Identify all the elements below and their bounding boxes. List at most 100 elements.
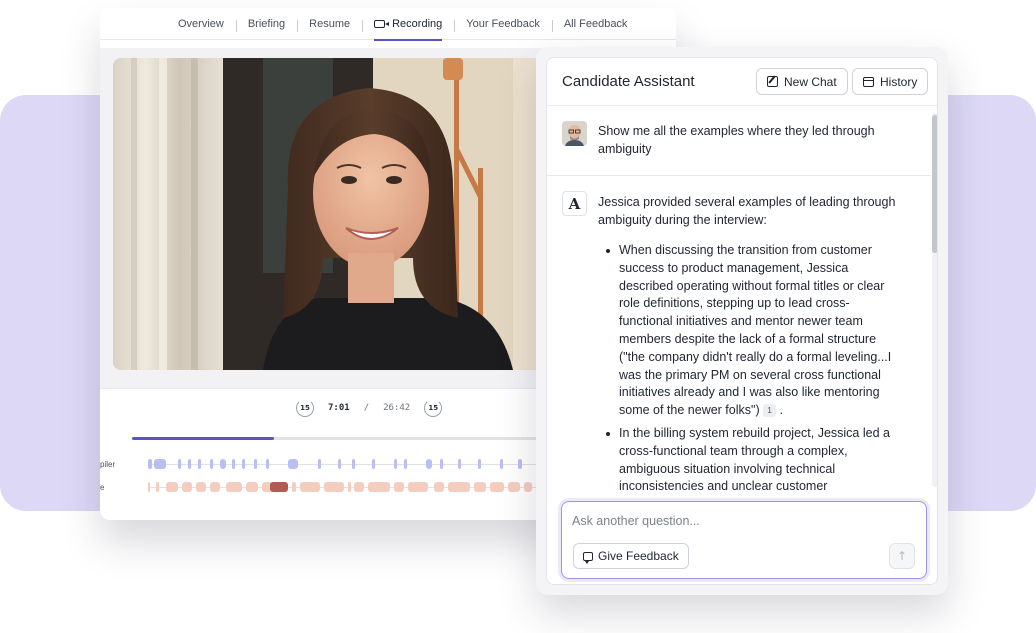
tab-label: Briefing xyxy=(247,17,286,30)
timeline-segment[interactable] xyxy=(408,482,428,492)
give-feedback-button[interactable]: Give Feedback xyxy=(573,543,689,569)
question-input[interactable] xyxy=(572,514,892,528)
archive-icon xyxy=(863,76,874,87)
timeline-segment[interactable] xyxy=(300,482,320,492)
assistant-header: Candidate Assistant New Chat History xyxy=(547,58,937,106)
timeline-segment[interactable] xyxy=(448,482,470,492)
timeline-segment[interactable] xyxy=(220,459,226,469)
nav-tabs: Overview Briefing Resume Recording Your … xyxy=(100,8,676,41)
list-item: In the billing system rebuild project, J… xyxy=(598,425,898,490)
edit-icon xyxy=(767,76,778,87)
list-item: When discussing the transition from cust… xyxy=(598,242,898,420)
timeline-segment[interactable] xyxy=(354,482,364,492)
user-message-text: Show me all the examples where they led … xyxy=(598,124,875,156)
timeline-segment[interactable] xyxy=(458,459,461,469)
timeline-segment[interactable] xyxy=(426,459,432,469)
total-time: 26:42 xyxy=(383,403,411,413)
timeline-segment[interactable] xyxy=(198,459,201,469)
candidate-timeline-track[interactable] xyxy=(148,481,568,493)
timeline-segment[interactable] xyxy=(210,482,220,492)
new-chat-button[interactable]: New Chat xyxy=(756,68,848,95)
timeline-segment[interactable] xyxy=(266,459,269,469)
timeline-segment[interactable] xyxy=(508,482,520,492)
tab-briefing[interactable]: Briefing xyxy=(235,8,297,40)
send-button[interactable]: ↑ xyxy=(889,543,915,569)
timeline-segment[interactable] xyxy=(166,482,178,492)
timeline-segment[interactable] xyxy=(440,459,443,469)
assistant-logo-icon: A xyxy=(562,191,587,216)
bullet-text: In the billing system rebuild project, J… xyxy=(619,425,890,490)
timeline-segment[interactable] xyxy=(372,459,375,469)
timeline-segment[interactable] xyxy=(348,482,351,492)
timeline-segment[interactable] xyxy=(232,459,235,469)
citation-badge[interactable]: 1 xyxy=(763,404,777,418)
user-message: Show me all the examples where they led … xyxy=(547,107,931,176)
message-scrollbar[interactable] xyxy=(932,113,937,487)
timeline-segment[interactable] xyxy=(254,459,257,469)
assistant-bullet-list: When discussing the transition from cust… xyxy=(598,242,898,490)
timeline-segment[interactable] xyxy=(394,459,397,469)
skip-back-button[interactable]: 15 xyxy=(296,399,314,417)
bullet-tail: . xyxy=(779,403,784,418)
tab-recording[interactable]: Recording xyxy=(362,8,454,41)
question-composer: Give Feedback ↑ xyxy=(561,501,927,579)
timeline-segment[interactable] xyxy=(148,482,150,492)
message-thread: Show me all the examples where they led … xyxy=(547,107,937,490)
timeline-segment[interactable] xyxy=(394,482,404,492)
timeline-segment[interactable] xyxy=(434,482,444,492)
timeline-segment[interactable] xyxy=(518,459,522,469)
assistant-title: Candidate Assistant xyxy=(562,73,695,90)
timeline-segment[interactable] xyxy=(324,482,344,492)
tab-label: Recording xyxy=(392,17,443,30)
scrollbar-thumb[interactable] xyxy=(932,115,937,253)
timeline-segment[interactable] xyxy=(246,482,258,492)
playback-progress-fill xyxy=(132,437,274,440)
tab-all-feedback[interactable]: All Feedback xyxy=(551,8,640,40)
tab-label: Your Feedback xyxy=(466,17,540,30)
history-label: History xyxy=(880,74,918,89)
time-separator: / xyxy=(363,403,370,413)
timeline-segment[interactable] xyxy=(404,459,407,469)
tab-label: All Feedback xyxy=(563,17,628,30)
timeline-segment[interactable] xyxy=(292,482,296,492)
bullet-text: When discussing the transition from cust… xyxy=(619,243,892,418)
timeline-segment[interactable] xyxy=(318,459,321,469)
timeline-segment[interactable] xyxy=(338,459,341,469)
arrow-up-icon: ↑ xyxy=(896,549,908,563)
timeline-segment[interactable] xyxy=(226,482,242,492)
tab-your-feedback[interactable]: Your Feedback xyxy=(454,8,552,40)
skip-forward-button[interactable]: 15 xyxy=(424,399,443,417)
timeline-segment[interactable] xyxy=(154,459,166,469)
timeline-segment[interactable] xyxy=(490,482,504,492)
timeline-segment[interactable] xyxy=(148,459,152,469)
timeline-segment[interactable] xyxy=(210,459,213,469)
timeline-segment[interactable] xyxy=(500,459,503,469)
give-feedback-label: Give Feedback xyxy=(598,549,679,563)
timeline-segment[interactable] xyxy=(368,482,390,492)
avatar xyxy=(562,121,587,146)
timeline-segment[interactable] xyxy=(524,482,532,492)
timeline-segment[interactable] xyxy=(182,482,192,492)
track-label-speaker: piler xyxy=(100,460,116,469)
timeline-segment[interactable] xyxy=(188,459,191,469)
playback-row: 15 7:01 / 26:42 15 xyxy=(296,399,443,417)
timeline-segment[interactable] xyxy=(196,482,206,492)
tab-label: Overview xyxy=(178,17,224,30)
tab-resume[interactable]: Resume xyxy=(297,8,362,40)
timeline-segment[interactable] xyxy=(288,459,298,469)
timeline-segment[interactable] xyxy=(178,459,181,469)
user-avatar-icon xyxy=(562,121,587,146)
timeline-segment[interactable] xyxy=(156,482,159,492)
history-button[interactable]: History xyxy=(852,68,929,95)
timeline-segment[interactable] xyxy=(270,482,288,492)
timeline-segment[interactable] xyxy=(352,459,355,469)
speaker-timeline-track[interactable] xyxy=(148,458,568,470)
timeline-segment[interactable] xyxy=(478,459,481,469)
video-camera-icon xyxy=(374,19,390,28)
tab-overview[interactable]: Overview xyxy=(166,8,236,40)
message-square-icon xyxy=(583,551,593,564)
timeline-segment[interactable] xyxy=(474,482,486,492)
timeline-segment[interactable] xyxy=(242,459,245,469)
skip-forward-label: 15 xyxy=(428,404,439,412)
skip-back-label: 15 xyxy=(300,404,310,412)
